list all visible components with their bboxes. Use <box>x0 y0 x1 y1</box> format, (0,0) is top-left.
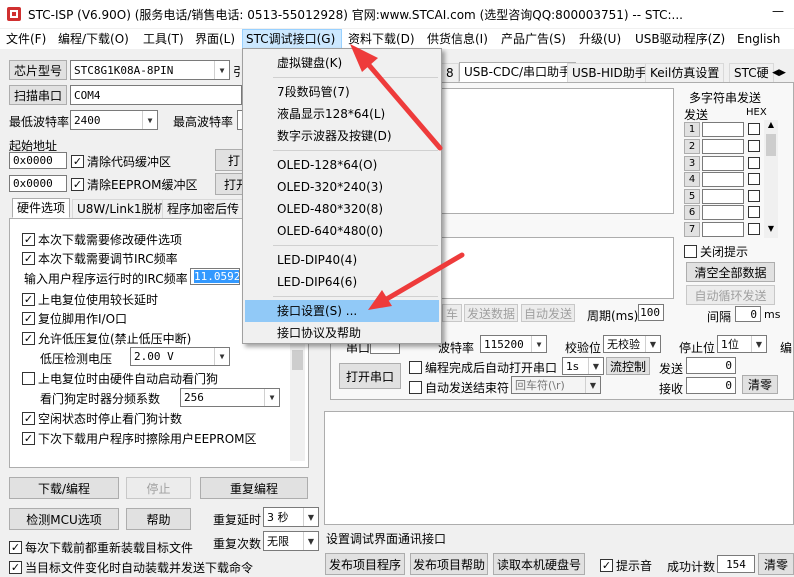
arrow-to-menu <box>350 44 443 151</box>
arrow-to-interface-settings <box>368 252 465 310</box>
annotation-arrows <box>350 44 465 310</box>
